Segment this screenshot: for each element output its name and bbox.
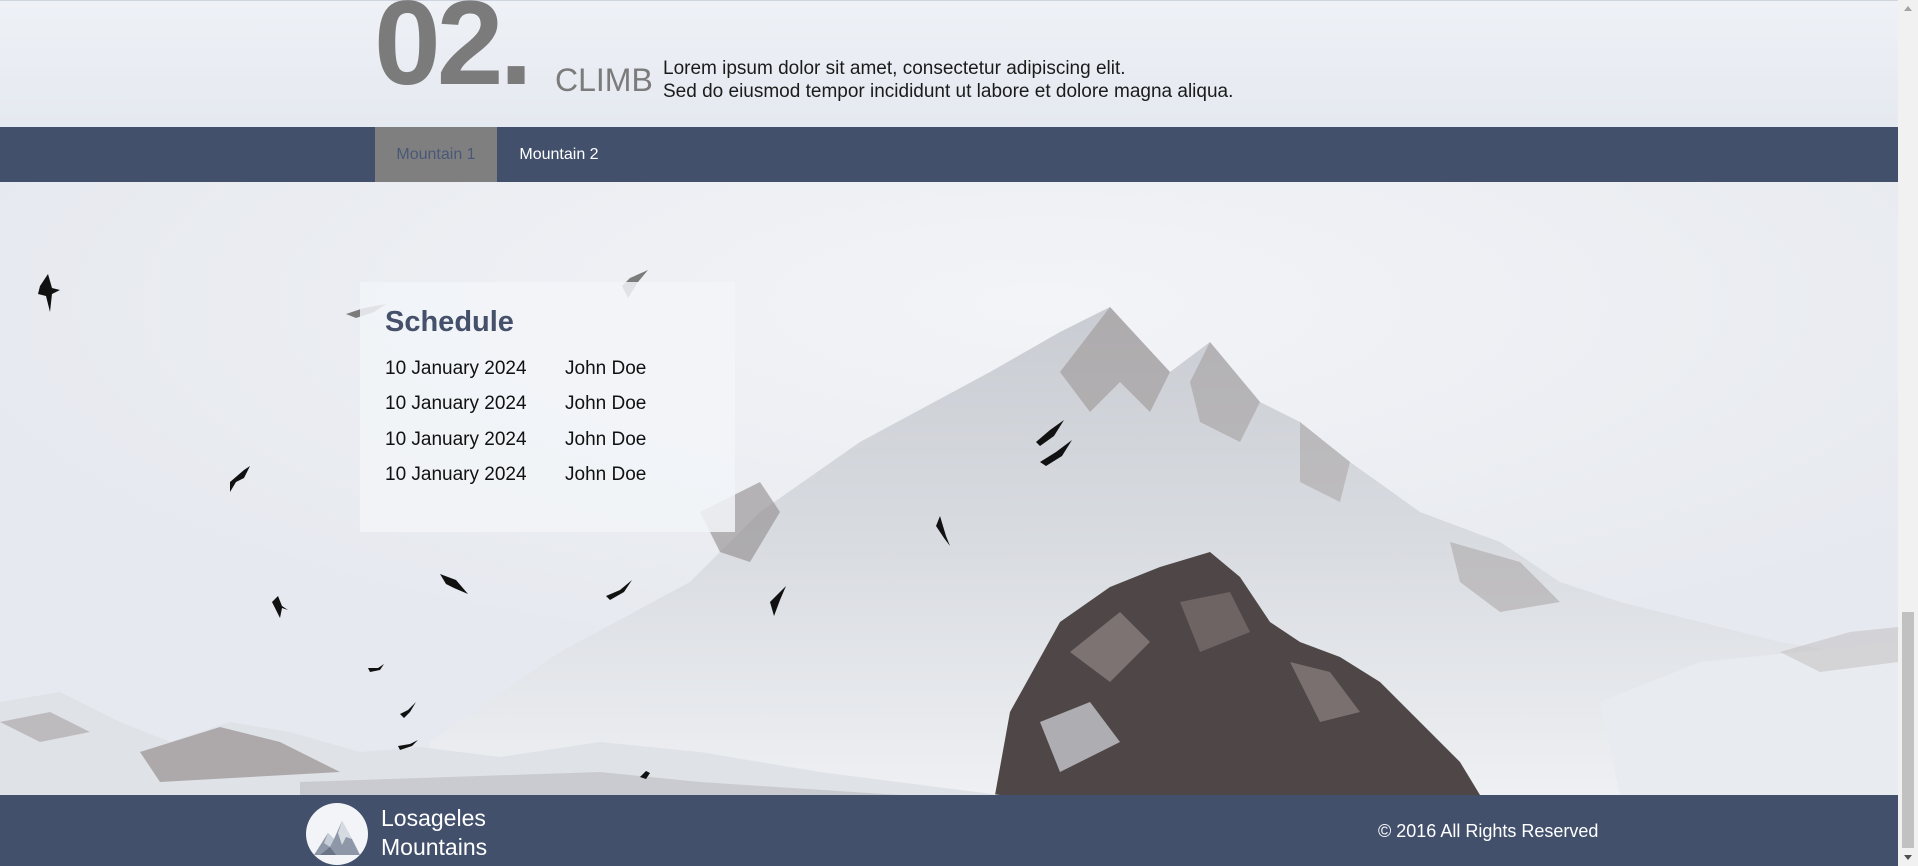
schedule-name: John Doe [565, 358, 647, 379]
schedule-title: Schedule [385, 306, 514, 338]
footer: Losageles Mountains © 2016 All Rights Re… [0, 795, 1898, 866]
schedule-panel: Schedule 10 January 2024 John Doe 10 Jan… [360, 282, 735, 532]
schedule-name: John Doe [565, 393, 647, 414]
description-line-2: Sed do eiusmod tempor incididunt ut labo… [663, 81, 1234, 102]
schedule-date: 10 January 2024 [385, 358, 527, 379]
triangle-up-icon[interactable] [1904, 6, 1912, 11]
brand-name[interactable]: Losageles Mountains [381, 804, 487, 862]
copyright-text: © 2016 All Rights Reserved [1378, 821, 1599, 841]
section-label: CLIMB [555, 62, 653, 98]
scrollbar-thumb[interactable] [1902, 612, 1914, 848]
section-description: Lorem ipsum dolor sit amet, consectetur … [663, 57, 1233, 103]
mountain-illustration [0, 182, 1898, 795]
vertical-scrollbar[interactable] [1898, 0, 1918, 866]
section-header: 02. CLIMB Lorem ipsum dolor sit amet, co… [0, 0, 1898, 128]
brand-line-1: Losageles [381, 805, 486, 831]
schedule-name: John Doe [565, 429, 647, 450]
schedule-date: 10 January 2024 [385, 429, 527, 450]
mountain-logo-icon[interactable] [306, 803, 368, 865]
schedule-name: John Doe [565, 464, 647, 485]
mountain-hero-image [0, 182, 1898, 795]
brand-line-2: Mountains [381, 834, 488, 860]
description-line-1: Lorem ipsum dolor sit amet, consectetur … [663, 58, 1126, 79]
page: 02. CLIMB Lorem ipsum dolor sit amet, co… [0, 0, 1898, 866]
section-number: 02. [374, 0, 533, 110]
tab-mountain-1[interactable]: Mountain 1 [375, 127, 497, 182]
tab-mountain-2[interactable]: Mountain 2 [497, 127, 621, 182]
schedule-date: 10 January 2024 [385, 464, 527, 485]
schedule-date: 10 January 2024 [385, 393, 527, 414]
mountain-tabs: Mountain 1 Mountain 2 [0, 127, 1898, 182]
triangle-down-icon[interactable] [1904, 855, 1912, 860]
